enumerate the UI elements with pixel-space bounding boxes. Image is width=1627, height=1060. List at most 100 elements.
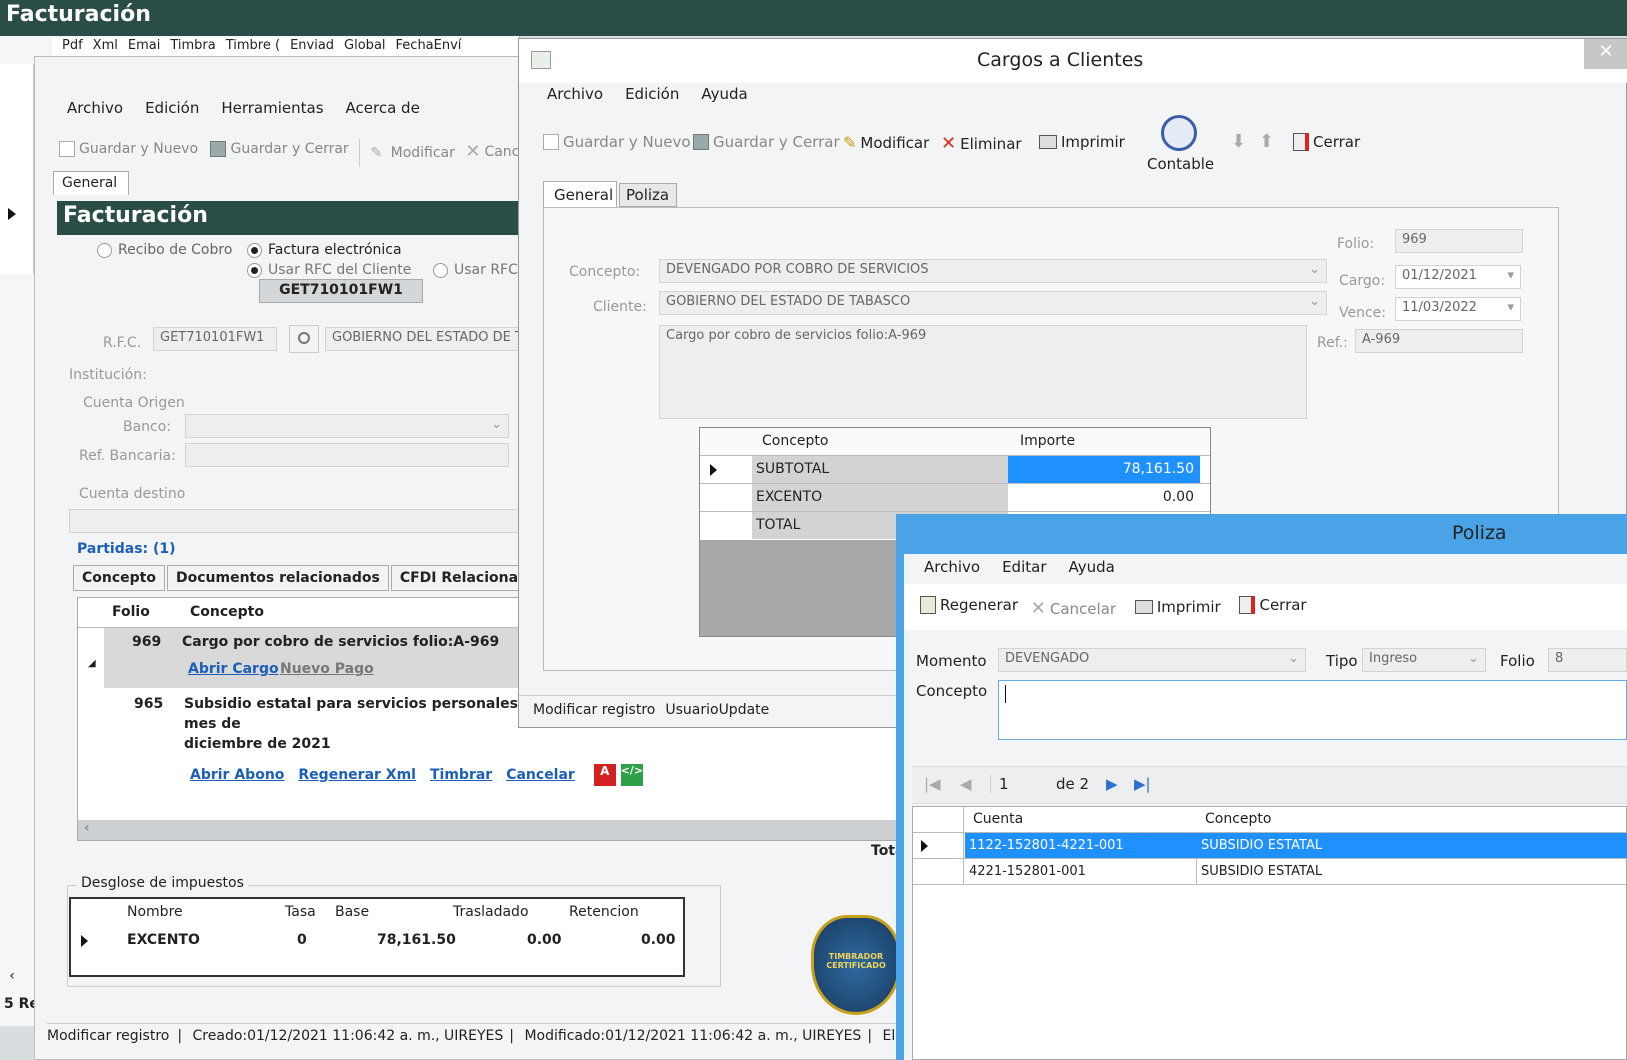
radio-recibo[interactable]: Recibo de Cobro	[97, 242, 232, 258]
row-pointer-icon	[710, 464, 717, 476]
poliza-row-2[interactable]: 4221-152801-001 SUBSIDIO ESTATAL	[913, 859, 1627, 885]
nuevo-pago-link[interactable]: Nuevo Pago	[280, 661, 374, 677]
fact-tab-general[interactable]: General	[53, 171, 129, 195]
cargo-date-input[interactable]: 01/12/2021 ▾	[1395, 265, 1521, 289]
fact-menu-edicion[interactable]: Edición	[145, 99, 199, 117]
grid-col-email[interactable]: Emai	[128, 38, 160, 53]
cargos-contable-button[interactable]: Contable	[1147, 115, 1214, 173]
cargos-tab-poliza[interactable]: Poliza	[619, 183, 677, 207]
fact-menu-acerca[interactable]: Acerca de	[346, 99, 420, 117]
abrir-abono-link[interactable]: Abrir Abono	[190, 767, 284, 783]
tipo-select[interactable]: Ingreso ⌄	[1362, 648, 1486, 672]
cargos-menu-ayuda[interactable]: Ayuda	[701, 85, 747, 103]
ref-input[interactable]: A-969	[1355, 329, 1523, 353]
cargos-toolbar: Guardar y Nuevo Guardar y Cerrar ✎ Modifi…	[543, 115, 1623, 175]
cargos-save-new-button[interactable]: Guardar y Nuevo	[543, 133, 691, 151]
last-page-icon[interactable]: ▶|	[1134, 775, 1151, 793]
grid-col-global[interactable]: Global	[344, 38, 385, 53]
radio-factura[interactable]: Factura electrónica	[247, 242, 402, 258]
pdf-icon[interactable]: A	[593, 764, 616, 786]
descripcion-textarea[interactable]: Cargo por cobro de servicios folio:A-969	[659, 325, 1307, 419]
poliza-menu-editar[interactable]: Editar	[1002, 558, 1046, 576]
poliza-regen-button[interactable]: Regenerar	[920, 596, 1018, 614]
poliza-grid-header: Cuenta Concepto	[913, 807, 1627, 833]
cargos-grid-header: Concepto Importe	[700, 428, 1210, 456]
poliza-print-button[interactable]: Imprimir	[1134, 598, 1221, 616]
fact-menu-bar: Archivo Edición Herramientas Acerca de	[67, 99, 442, 117]
ref-bancaria-input[interactable]	[185, 443, 509, 467]
grid-col-enviado[interactable]: Enviad	[290, 38, 334, 53]
scroll-left-button[interactable]: ‹	[0, 968, 24, 990]
grid-col-timbre[interactable]: Timbre (	[226, 38, 280, 53]
main-title: Facturación	[6, 2, 151, 27]
fact-save-close-button[interactable]: Guardar y Cerrar	[210, 141, 349, 157]
fact-modify-button[interactable]: ✎ Modificar	[371, 145, 455, 161]
cargos-delete-button[interactable]: ✕ Eliminar	[941, 133, 1022, 154]
expand-icon[interactable]: ◢	[88, 658, 96, 669]
cargos-close-button[interactable]: Cerrar	[1293, 133, 1360, 151]
client-name-input[interactable]: GOBIERNO DEL ESTADO DE T	[325, 327, 525, 351]
cancelar-link[interactable]: Cancelar	[506, 767, 575, 783]
prev-page-icon[interactable]: ◀	[960, 775, 972, 793]
subtab-concepto[interactable]: Concepto	[73, 565, 165, 591]
poliza-row-1[interactable]: 1122-152801-4221-001 SUBSIDIO ESTATAL	[913, 833, 1627, 859]
folio-input[interactable]: 969	[1395, 229, 1523, 253]
grid-col-pdf[interactable]: Pdf	[62, 38, 83, 53]
cargos-save-close-button[interactable]: Guardar y Cerrar	[693, 133, 840, 151]
grid-col-fecha-envio[interactable]: FechaEnví	[396, 38, 462, 53]
cargos-menu-edicion[interactable]: Edición	[625, 85, 679, 103]
fact-cancel-button[interactable]: ✕ Canc	[465, 141, 519, 162]
first-page-icon[interactable]: |◀	[924, 775, 941, 793]
cuenta-destino-input[interactable]	[69, 509, 529, 533]
partidas-col-concepto[interactable]: Concepto	[190, 604, 264, 620]
poliza-concepto-textarea[interactable]	[998, 680, 1627, 740]
abrir-cargo-link[interactable]: Abrir Cargo	[188, 661, 279, 677]
fact-status-bar: Modificar registro | Creado:01/12/2021 11…	[47, 1023, 967, 1049]
fact-menu-archivo[interactable]: Archivo	[67, 99, 123, 117]
radio-usar-rfc[interactable]: Usar RFC	[433, 262, 518, 278]
cargos-row-subtotal[interactable]: SUBTOTAL 78,161.50	[700, 456, 1210, 484]
partidas-col-folio[interactable]: Folio	[112, 604, 150, 620]
cargos-menu-archivo[interactable]: Archivo	[547, 85, 603, 103]
search-icon	[298, 332, 310, 344]
cliente-select[interactable]: GOBIERNO DEL ESTADO DE TABASCO ⌄	[659, 291, 1327, 315]
vence-date-input[interactable]: 11/03/2022 ▾	[1395, 297, 1521, 321]
fact-toolbar: Guardar y Nuevo Guardar y Cerrar ✎ Modifi…	[59, 139, 519, 167]
row-pointer-icon	[921, 840, 928, 852]
text-cursor	[1005, 685, 1006, 703]
arrow-up-icon[interactable]: ⬆	[1259, 131, 1274, 152]
rfc-search-button[interactable]	[289, 325, 319, 353]
concepto-select[interactable]: DEVENGADO POR COBRO DE SERVICIOS ⌄	[659, 259, 1327, 283]
timbrar-link[interactable]: Timbrar	[430, 767, 492, 783]
cargos-tab-general[interactable]: General	[543, 181, 617, 209]
cargos-modify-button[interactable]: ✎ Modificar	[843, 133, 929, 152]
poliza-close-button[interactable]: Cerrar	[1239, 596, 1307, 614]
close-icon[interactable]: ✕	[1584, 39, 1627, 69]
rfc-input[interactable]: GET710101FW1	[153, 327, 277, 351]
poliza-menu-archivo[interactable]: Archivo	[924, 558, 980, 576]
partidas-label: Partidas: (1)	[77, 541, 176, 557]
cargos-menu-bar: Archivo Edición Ayuda	[547, 85, 770, 103]
app-icon	[531, 51, 551, 69]
xml-icon[interactable]: </>	[620, 764, 643, 786]
fact-menu-herramientas[interactable]: Herramientas	[221, 99, 323, 117]
regenerar-xml-link[interactable]: Regenerar Xml	[298, 767, 416, 783]
poliza-folio-input[interactable]: 8	[1548, 648, 1627, 672]
poliza-cancel-button[interactable]: ✕ Cancelar	[1031, 598, 1116, 619]
calendar-icon: ▾	[1507, 268, 1514, 283]
cargos-row-excento[interactable]: EXCENTO 0.00	[700, 484, 1210, 512]
grid-col-xml[interactable]: Xml	[93, 38, 118, 53]
tax-row[interactable]: EXCENTO 0 78,161.50 0.00 0.00	[71, 927, 683, 955]
fact-save-new-button[interactable]: Guardar y Nuevo	[59, 141, 198, 157]
momento-select[interactable]: DEVENGADO ⌄	[998, 648, 1306, 672]
subtab-documentos[interactable]: Documentos relacionados	[167, 565, 389, 591]
grid-col-timbra[interactable]: Timbra	[170, 38, 215, 53]
partidas-hscrollbar[interactable]: ‹	[78, 820, 938, 840]
banco-select[interactable]: ⌄	[185, 414, 509, 438]
poliza-menu-ayuda[interactable]: Ayuda	[1069, 558, 1115, 576]
next-page-icon[interactable]: ▶	[1106, 775, 1118, 793]
page-number-input[interactable]: 1	[990, 775, 1050, 793]
arrow-down-icon[interactable]: ⬇	[1231, 131, 1246, 152]
radio-usar-rfc-cliente[interactable]: Usar RFC del Cliente	[247, 262, 411, 278]
cargos-print-button[interactable]: Imprimir	[1039, 133, 1125, 151]
